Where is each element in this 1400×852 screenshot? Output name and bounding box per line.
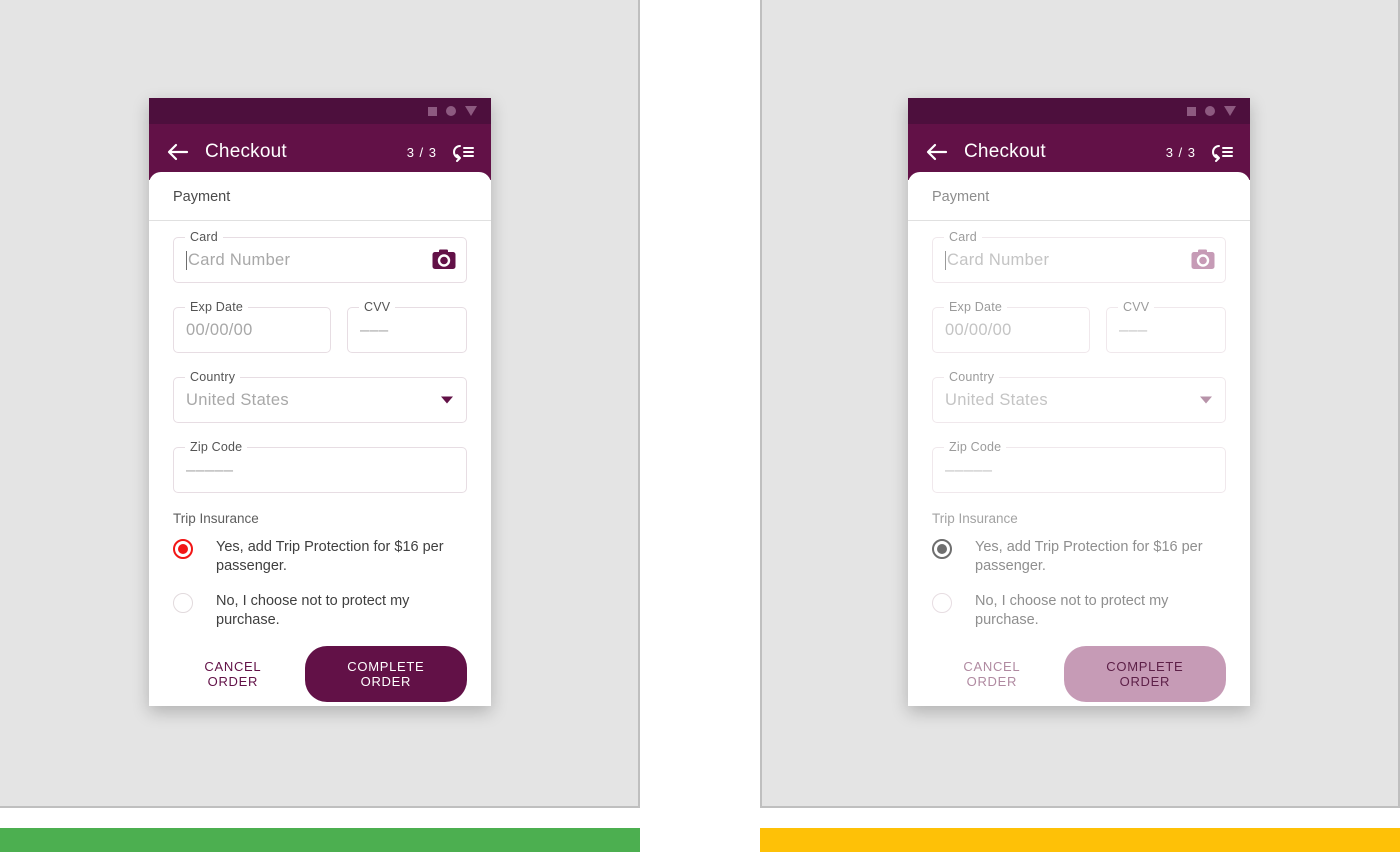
- radio-no-icon[interactable]: [173, 593, 193, 613]
- chevron-down-icon[interactable]: [441, 396, 453, 404]
- status-bar-pass: [0, 828, 640, 852]
- country-label: Country: [944, 370, 1000, 384]
- radio-yes-icon[interactable]: [173, 539, 193, 559]
- order-summary-icon[interactable]: [451, 141, 475, 163]
- camera-scan-card-icon[interactable]: [1191, 249, 1215, 271]
- exp-date-label: Exp Date: [944, 300, 1008, 314]
- card-number-label: Card: [185, 230, 223, 244]
- country-select[interactable]: Country United States: [932, 370, 1226, 423]
- complete-order-button[interactable]: COMPLETE ORDER: [304, 646, 467, 702]
- triangle-indicator-icon: [465, 106, 477, 116]
- square-indicator-icon: [428, 106, 437, 116]
- card-number-field[interactable]: Card Card Number: [173, 230, 467, 283]
- cvv-placeholder: –––: [360, 320, 389, 339]
- payment-sheet: Payment Card Card Number Exp Date 00/00/…: [908, 172, 1250, 706]
- exp-date-field[interactable]: Exp Date 00/00/00: [932, 300, 1090, 353]
- step-counter: 3 / 3: [1165, 144, 1196, 160]
- radio-no-label: No, I choose not to protect my purchase.: [216, 593, 410, 628]
- trip-insurance-option-no[interactable]: No, I choose not to protect my purchase.: [173, 592, 467, 630]
- back-arrow-icon[interactable]: [924, 139, 950, 165]
- chevron-down-icon[interactable]: [1200, 396, 1212, 404]
- cvv-field[interactable]: CVV –––: [1106, 300, 1226, 353]
- payment-sheet: Payment Card Card Number Exp Date 00/00/…: [149, 172, 491, 706]
- back-arrow-icon[interactable]: [165, 139, 191, 165]
- cvv-field[interactable]: CVV –––: [347, 300, 467, 353]
- trip-insurance-option-yes[interactable]: Yes, add Trip Protection for $16 per pas…: [932, 538, 1226, 576]
- cancel-order-button[interactable]: CANCEL ORDER: [932, 649, 1052, 699]
- country-value: United States: [186, 390, 289, 409]
- order-summary-icon[interactable]: [1210, 141, 1234, 163]
- step-counter: 3 / 3: [406, 144, 437, 160]
- text-caret: [186, 250, 187, 270]
- phone-mock-full-contrast: Checkout 3 / 3 Payment Card Card Number: [149, 98, 491, 706]
- status-bar-warning: [760, 828, 1400, 852]
- radio-yes-label: Yes, add Trip Protection for $16 per pas…: [975, 539, 1203, 574]
- zip-code-placeholder: –––––: [186, 460, 234, 479]
- cvv-label: CVV: [1118, 300, 1155, 314]
- country-select[interactable]: Country United States: [173, 370, 467, 423]
- zip-code-field[interactable]: Zip Code –––––: [173, 440, 467, 493]
- triangle-indicator-icon: [1224, 106, 1236, 116]
- exp-date-placeholder: 00/00/00: [945, 320, 1012, 339]
- circle-indicator-icon: [1205, 106, 1215, 116]
- radio-yes-icon[interactable]: [932, 539, 952, 559]
- payment-form: Card Card Number Exp Date 00/00/00 CVV –…: [908, 221, 1250, 706]
- phone-mock-low-contrast: Checkout 3 / 3 Payment Card Card Number: [908, 98, 1250, 706]
- cvv-label: CVV: [359, 300, 396, 314]
- zip-code-label: Zip Code: [185, 440, 248, 454]
- country-label: Country: [185, 370, 241, 384]
- zip-code-field[interactable]: Zip Code –––––: [932, 440, 1226, 493]
- radio-no-label: No, I choose not to protect my purchase.: [975, 593, 1169, 628]
- system-status-bar: [149, 98, 491, 124]
- card-number-label: Card: [944, 230, 982, 244]
- trip-insurance-group-label: Trip Insurance: [932, 511, 1018, 526]
- exp-cvv-row: Exp Date 00/00/00 CVV –––: [932, 300, 1226, 377]
- page-title: Checkout: [205, 141, 287, 162]
- sheet-header: Payment: [908, 172, 1250, 221]
- zip-code-placeholder: –––––: [945, 460, 993, 479]
- circle-indicator-icon: [446, 106, 456, 116]
- trip-insurance-group-label: Trip Insurance: [173, 511, 259, 526]
- form-actions: CANCEL ORDER COMPLETE ORDER: [173, 646, 467, 706]
- form-actions: CANCEL ORDER COMPLETE ORDER: [932, 646, 1226, 706]
- square-indicator-icon: [1187, 106, 1196, 116]
- section-label: Payment: [932, 189, 990, 205]
- exp-date-placeholder: 00/00/00: [186, 320, 253, 339]
- camera-scan-card-icon[interactable]: [432, 249, 456, 271]
- card-number-field[interactable]: Card Card Number: [932, 230, 1226, 283]
- exp-date-field[interactable]: Exp Date 00/00/00: [173, 300, 331, 353]
- radio-no-icon[interactable]: [932, 593, 952, 613]
- radio-yes-label: Yes, add Trip Protection for $16 per pas…: [216, 539, 444, 574]
- text-caret: [945, 250, 946, 270]
- system-status-bar: [908, 98, 1250, 124]
- sheet-header: Payment: [149, 172, 491, 221]
- trip-insurance-option-yes[interactable]: Yes, add Trip Protection for $16 per pas…: [173, 538, 467, 576]
- section-label: Payment: [173, 189, 231, 205]
- cvv-placeholder: –––: [1119, 320, 1148, 339]
- card-number-placeholder: Card Number: [188, 250, 291, 269]
- trip-insurance-option-no[interactable]: No, I choose not to protect my purchase.: [932, 592, 1226, 630]
- payment-form: Card Card Number Exp Date 00/00/00 CVV –…: [149, 221, 491, 706]
- complete-order-button[interactable]: COMPLETE ORDER: [1063, 646, 1226, 702]
- exp-date-label: Exp Date: [185, 300, 249, 314]
- contrast-comparison-page: Checkout 3 / 3 Payment Card Card Number: [0, 0, 1400, 852]
- zip-code-label: Zip Code: [944, 440, 1007, 454]
- cancel-order-button[interactable]: CANCEL ORDER: [173, 649, 293, 699]
- exp-cvv-row: Exp Date 00/00/00 CVV –––: [173, 300, 467, 377]
- country-value: United States: [945, 390, 1048, 409]
- page-title: Checkout: [964, 141, 1046, 162]
- card-number-placeholder: Card Number: [947, 250, 1050, 269]
